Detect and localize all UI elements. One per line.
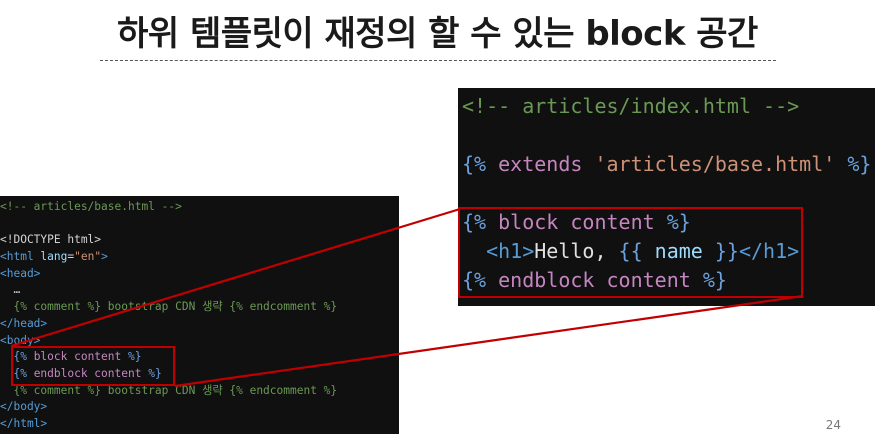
connector-line-top bbox=[10, 207, 461, 348]
connector-lines bbox=[10, 207, 804, 388]
page-number: 24 bbox=[825, 418, 841, 432]
connector-line-bottom bbox=[174, 294, 804, 388]
